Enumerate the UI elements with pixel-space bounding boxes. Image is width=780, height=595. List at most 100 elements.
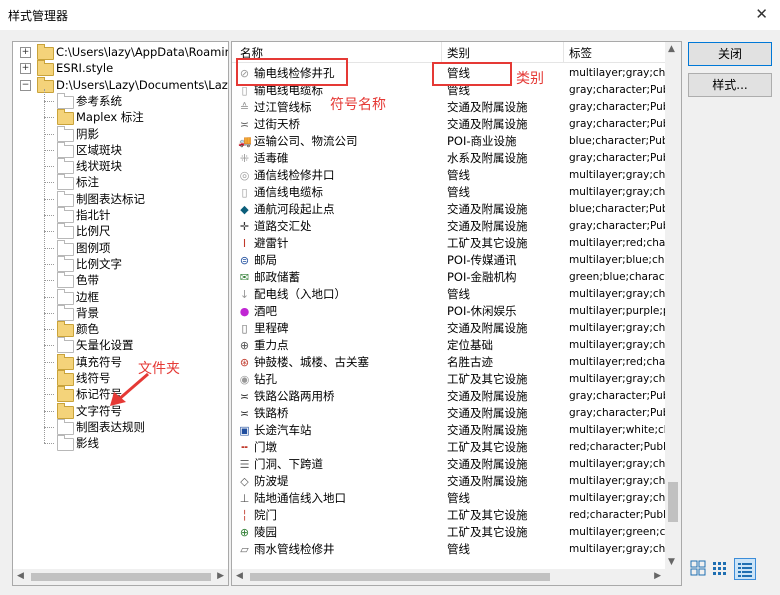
- scroll-right-icon[interactable]: ▶: [654, 571, 661, 581]
- tree-folder-item[interactable]: Maplex 标注: [13, 109, 228, 126]
- symbol-list-row[interactable]: ≙ 过江管线标 交通及附属设施 gray;character;Publ: [232, 99, 665, 116]
- tree-folder-item[interactable]: 边框: [13, 288, 228, 305]
- gateway-icon: ☰: [239, 458, 250, 471]
- symbol-list-row[interactable]: ≍ 过街天桥 交通及附属设施 gray;character;Publ: [232, 116, 665, 133]
- symbol-list-row[interactable]: ▯ 里程碑 交通及附属设施 multilayer;gray;chara: [232, 320, 665, 337]
- style-tree-panel[interactable]: ◀ ▶ + C:\Users\lazy\AppData\Roaming\E + ESR…: [12, 41, 229, 586]
- symbol-list-row[interactable]: ✉ 邮政储蓄 POI-金融机构 green;blue;characte: [232, 269, 665, 286]
- symbol-list-row[interactable]: ◇ 防波堤 交通及附属设施 multilayer;gray;chara: [232, 473, 665, 490]
- tree-folder-item[interactable]: 颜色: [13, 321, 228, 338]
- tree-root-item[interactable]: + ESRI.style: [13, 60, 228, 77]
- symbol-list-row[interactable]: ⊛ 钟鼓楼、城楼、古关塞 名胜古迹 multilayer;red;chara: [232, 354, 665, 371]
- scroll-right-icon[interactable]: ▶: [217, 571, 224, 581]
- symbol-list-row[interactable]: ╎ 院门 工矿及其它设施 red;character;Public: [232, 507, 665, 524]
- symbol-tags-cell: multilayer;gray;chara: [569, 492, 665, 504]
- folder-icon: [57, 272, 74, 289]
- symbol-name-cell: 配电线（入地口）: [254, 287, 346, 301]
- symbol-list-row[interactable]: ⊕ 陵园 工矿及其它设施 multilayer;green;cha: [232, 524, 665, 541]
- list-vertical-scrollbar[interactable]: ▲ ▼: [665, 42, 681, 569]
- symbol-list-row[interactable]: ⁜ 适毒碓 水系及附属设施 gray;character;Publ: [232, 150, 665, 167]
- scroll-left-icon[interactable]: ◀: [236, 571, 243, 581]
- symbol-name-cell: 长途汽车站: [254, 423, 312, 437]
- tree-folder-item[interactable]: 线状斑块: [13, 158, 228, 175]
- scroll-up-icon[interactable]: ▲: [668, 44, 675, 54]
- column-divider[interactable]: [441, 42, 442, 62]
- symbol-list-row[interactable]: ╍ 门墩 工矿及其它设施 red;character;Public: [232, 439, 665, 456]
- tree-folder-item[interactable]: 矢量化设置: [13, 337, 228, 354]
- symbol-list-row[interactable]: ● 酒吧 POI-休闲娱乐 multilayer;purple;pin: [232, 303, 665, 320]
- comm-manhole-icon: ◎: [239, 169, 250, 182]
- tree-folder-item[interactable]: 标注: [13, 174, 228, 191]
- expand-toggle-icon[interactable]: +: [20, 47, 31, 58]
- expand-toggle-icon[interactable]: −: [20, 79, 31, 91]
- column-header-category[interactable]: 类别: [447, 45, 470, 61]
- tree-folder-item[interactable]: 图例项: [13, 239, 228, 256]
- rain-pipe-manhole-icon: ▱: [240, 543, 249, 556]
- scroll-down-icon[interactable]: ▼: [668, 557, 675, 567]
- tree-horizontal-scrollbar[interactable]: ◀ ▶: [13, 569, 228, 585]
- close-icon[interactable]: ✕: [755, 5, 768, 23]
- crossing-icon: ✛: [239, 220, 250, 233]
- tree-root-item[interactable]: − D:\Users\Lazy\Documents\Lazysh: [13, 76, 229, 93]
- symbol-name-cell: 通信线检修井口: [254, 168, 335, 182]
- close-button[interactable]: 关闭: [688, 42, 772, 66]
- symbol-list-row[interactable]: ≍ 铁路桥 交通及附属设施 gray;character;Publ: [232, 405, 665, 422]
- symbol-list-row[interactable]: ◎ 通信线检修井口 管线 multilayer;gray;chara: [232, 167, 665, 184]
- symbol-list-row[interactable]: ✛ 道路交汇处 交通及附属设施 gray;character;Publ: [232, 218, 665, 235]
- tree-folder-item[interactable]: 阴影: [13, 125, 228, 142]
- drill-hole-icon: ◉: [239, 373, 250, 386]
- tree-folder-item[interactable]: 制图表达标记: [13, 190, 228, 207]
- folder-icon: [57, 141, 74, 158]
- list-hscroll-thumb[interactable]: [250, 573, 550, 581]
- symbol-list-row[interactable]: ☰ 门洞、下跨道 交通及附属设施 multilayer;gray;chara: [232, 456, 665, 473]
- folder-icon: [57, 125, 74, 142]
- tree-folder-item[interactable]: 比例文字: [13, 255, 228, 272]
- tree-folder-item[interactable]: 参考系统: [13, 92, 228, 109]
- tree-scroll-thumb[interactable]: [31, 573, 211, 581]
- symbol-list-row[interactable]: ⊜ 邮局 POI-传媒通讯 multilayer;blue;chara: [232, 252, 665, 269]
- tree-folder-item[interactable]: 填充符号: [13, 353, 228, 370]
- column-header-tags[interactable]: 标签: [569, 45, 592, 61]
- tree-folder-item[interactable]: 色带: [13, 272, 228, 289]
- folder-icon: [57, 370, 74, 386]
- symbol-tags-cell: multilayer;white;cha: [569, 424, 665, 436]
- symbol-name-cell: 重力点: [254, 338, 289, 352]
- symbol-list-row[interactable]: ⊕ 重力点 定位基础 multilayer;gray;chara: [232, 337, 665, 354]
- folder-icon: [57, 402, 74, 419]
- symbol-list-row[interactable]: ▯ 通信线电缆标 管线 multilayer;gray;chara: [232, 184, 665, 201]
- symbol-list-row[interactable]: ▣ 长途汽车站 交通及附属设施 multilayer;white;cha: [232, 422, 665, 439]
- tree-folder-item[interactable]: 比例尺: [13, 223, 228, 240]
- symbol-list-row[interactable]: 🚚 运输公司、物流公司 POI-商业设施 blue;character;Publ: [232, 133, 665, 150]
- dam-icon: ⁜: [239, 152, 250, 165]
- symbol-name-cell: 里程碑: [254, 321, 289, 335]
- details-view-icon[interactable]: [734, 558, 756, 580]
- symbol-list-row[interactable]: ⊥ 陆地通信线入地口 管线 multilayer;gray;chara: [232, 490, 665, 507]
- styles-button[interactable]: 样式...: [688, 73, 772, 97]
- expand-toggle-icon[interactable]: +: [20, 63, 31, 75]
- tree-folder-item[interactable]: 背景: [13, 304, 228, 321]
- symbol-list-row[interactable]: ◆ 通航河段起止点 交通及附属设施 blue;character;Publ: [232, 201, 665, 218]
- tree-folder-item[interactable]: 区域斑块: [13, 141, 228, 158]
- tree-folder-item[interactable]: 制图表达规则: [13, 418, 228, 435]
- symbol-list-row[interactable]: ▱ 雨水管线检修井 管线 multilayer;gray;chara: [232, 541, 665, 558]
- tree-item-label: 图例项: [76, 240, 111, 255]
- tree-root-item[interactable]: + C:\Users\lazy\AppData\Roaming\E: [13, 44, 228, 60]
- list-view-icon[interactable]: [712, 560, 728, 576]
- list-scroll-thumb[interactable]: [668, 482, 678, 522]
- symbol-list-row[interactable]: Ⅰ 避雷针 工矿及其它设施 multilayer;red;chara: [232, 235, 665, 252]
- symbol-tags-cell: green;blue;characte: [569, 271, 665, 283]
- tree-folder-item[interactable]: 影线: [13, 435, 228, 452]
- tree-folder-item[interactable]: 指北针: [13, 207, 228, 223]
- large-icons-view-icon[interactable]: [690, 560, 706, 576]
- column-divider[interactable]: [563, 42, 564, 62]
- list-horizontal-scrollbar[interactable]: ◀ ▶: [232, 569, 681, 585]
- symbol-list-row[interactable]: ≍ 铁路公路两用桥 交通及附属设施 gray;character;Publ: [232, 388, 665, 405]
- symbol-tags-cell: gray;character;Publ: [569, 390, 665, 402]
- symbol-list-panel[interactable]: 名称 类别 标签 ▲ ▼ ◀ ▶ ⊘ 输电线检修井孔 管线 multilayer;gr…: [231, 41, 682, 586]
- symbol-category-cell: 工矿及其它设施: [447, 525, 528, 539]
- tree-item-label: 线符号: [76, 371, 111, 385]
- symbol-list-row[interactable]: ◉ 钻孔 工矿及其它设施 multilayer;gray;chara: [232, 371, 665, 388]
- symbol-list-row[interactable]: ↓ 配电线（入地口） 管线 multilayer;gray;chara: [232, 286, 665, 303]
- tree-item-label: D:\Users\Lazy\Documents\Lazysh: [56, 77, 229, 92]
- scroll-left-icon[interactable]: ◀: [17, 571, 24, 581]
